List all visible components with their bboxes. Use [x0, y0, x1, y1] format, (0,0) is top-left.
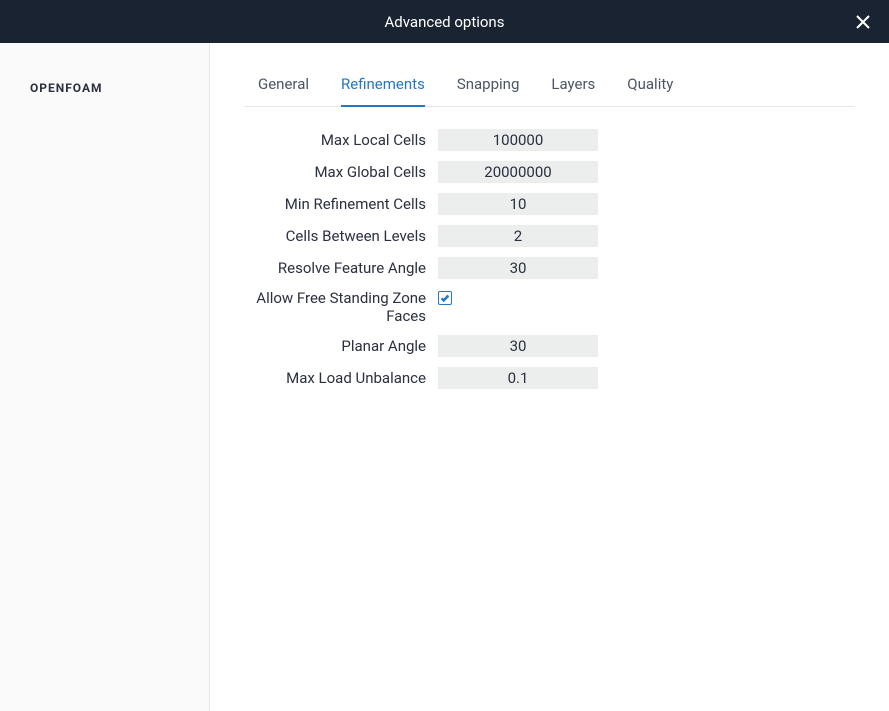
close-icon — [855, 14, 871, 30]
row-planar-angle: Planar Angle — [244, 335, 855, 357]
sidebar-item-openfoam[interactable]: OPENFOAM — [0, 75, 209, 101]
checkbox-wrap — [438, 289, 452, 305]
label-max-global-cells: Max Global Cells — [244, 163, 438, 181]
tab-snapping[interactable]: Snapping — [457, 63, 520, 107]
tab-quality[interactable]: Quality — [627, 63, 673, 107]
input-min-refinement-cells[interactable] — [438, 193, 598, 215]
input-cells-between-levels[interactable] — [438, 225, 598, 247]
input-max-global-cells[interactable] — [438, 161, 598, 183]
tab-general[interactable]: General — [258, 63, 309, 107]
row-allow-free-standing-zone-faces: Allow Free Standing Zone Faces — [244, 289, 855, 325]
label-allow-free-standing-zone-faces: Allow Free Standing Zone Faces — [244, 289, 438, 325]
header-title: Advanced options — [385, 13, 505, 31]
label-min-refinement-cells: Min Refinement Cells — [244, 195, 438, 213]
label-max-local-cells: Max Local Cells — [244, 131, 438, 149]
row-max-local-cells: Max Local Cells — [244, 129, 855, 151]
input-resolve-feature-angle[interactable] — [438, 257, 598, 279]
row-cells-between-levels: Cells Between Levels — [244, 225, 855, 247]
form: Max Local Cells Max Global Cells Min Ref… — [244, 107, 855, 389]
checkbox-allow-free-standing-zone-faces[interactable] — [438, 291, 452, 305]
check-icon — [440, 293, 450, 303]
label-resolve-feature-angle: Resolve Feature Angle — [244, 259, 438, 277]
main: General Refinements Snapping Layers Qual… — [210, 43, 889, 711]
close-button[interactable] — [853, 12, 873, 32]
body: OPENFOAM General Refinements Snapping La… — [0, 43, 889, 711]
label-cells-between-levels: Cells Between Levels — [244, 227, 438, 245]
tab-refinements[interactable]: Refinements — [341, 63, 425, 107]
row-max-load-unbalance: Max Load Unbalance — [244, 367, 855, 389]
sidebar: OPENFOAM — [0, 43, 210, 711]
tabs: General Refinements Snapping Layers Qual… — [244, 63, 855, 107]
input-planar-angle[interactable] — [438, 335, 598, 357]
header: Advanced options — [0, 0, 889, 43]
row-resolve-feature-angle: Resolve Feature Angle — [244, 257, 855, 279]
input-max-load-unbalance[interactable] — [438, 367, 598, 389]
tab-layers[interactable]: Layers — [551, 63, 595, 107]
input-max-local-cells[interactable] — [438, 129, 598, 151]
label-planar-angle: Planar Angle — [244, 337, 438, 355]
row-max-global-cells: Max Global Cells — [244, 161, 855, 183]
label-max-load-unbalance: Max Load Unbalance — [244, 369, 438, 387]
row-min-refinement-cells: Min Refinement Cells — [244, 193, 855, 215]
